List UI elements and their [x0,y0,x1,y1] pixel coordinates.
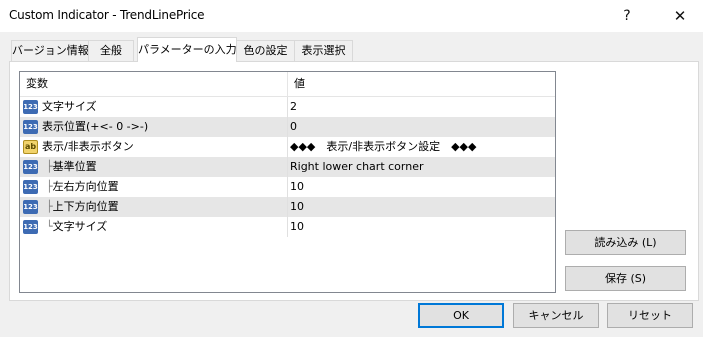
variable-cell: ab 表示/非表示ボタン [20,137,288,157]
tree-branch-glyph: └ [46,220,53,233]
tab-version-info[interactable]: バージョン情報 [11,40,89,61]
tab-display-selection[interactable]: 表示選択 [294,40,353,61]
numeric-icon: 123 [23,160,38,174]
column-header-variable[interactable]: 変数 [20,72,290,96]
variable-name-wrap: ├上下方向位置 [46,197,119,217]
column-header-value[interactable]: 値 [287,72,555,96]
parameter-row[interactable]: 123 └文字サイズ 10 [20,217,555,237]
help-button[interactable]: ? [604,0,650,32]
numeric-icon: 123 [23,120,38,134]
grid-header: 変数 値 [20,72,555,97]
reset-button[interactable]: リセット [607,303,693,328]
tab-input-parameters[interactable]: パラメーターの入力 [137,37,237,62]
title-bar: Custom Indicator - TrendLinePrice ? ✕ [0,0,703,32]
numeric-icon: 123 [23,180,38,194]
numeric-icon: 123 [23,100,38,114]
parameter-row[interactable]: ab 表示/非表示ボタン ◆◆◆ 表示/非表示ボタン設定 ◆◆◆ [20,137,555,157]
parameter-row[interactable]: 123 ├上下方向位置 10 [20,197,555,217]
variable-name: 上下方向位置 [52,200,119,213]
window-title: Custom Indicator - TrendLinePrice [9,8,205,22]
load-button[interactable]: 読み込み (L) [565,230,686,255]
variable-name: 表示位置(+<- 0 ->-) [42,120,149,133]
numeric-icon: 123 [23,220,38,234]
variable-cell: 123 ├左右方向位置 [20,177,288,197]
variable-cell: 123 文字サイズ [20,97,288,117]
variable-cell: 123 ├基準位置 [20,157,288,177]
tab-color-settings[interactable]: 色の設定 [236,40,295,61]
value-cell[interactable]: 10 [288,197,552,217]
cancel-button[interactable]: キャンセル [513,303,599,328]
value-cell[interactable]: Right lower chart corner [288,157,552,177]
value-cell[interactable]: 2 [288,97,552,117]
tab-strip: バージョン情報 全般 パラメーターの入力 色の設定 表示選択 [0,37,703,62]
variable-cell: 123 ├上下方向位置 [20,197,288,217]
parameter-row[interactable]: 123 表示位置(+<- 0 ->-) 0 [20,117,555,137]
variable-name: 文字サイズ [42,100,97,113]
variable-name: 文字サイズ [52,220,108,233]
close-button[interactable]: ✕ [657,0,703,32]
numeric-icon: 123 [23,200,38,214]
value-cell[interactable]: ◆◆◆ 表示/非表示ボタン設定 ◆◆◆ [288,137,552,157]
variable-name-wrap: ├左右方向位置 [46,177,119,197]
tree-branch-glyph: ├ [46,200,53,213]
string-icon: ab [23,140,38,154]
variable-name-wrap: └文字サイズ [46,217,107,237]
value-cell[interactable]: 0 [288,117,552,137]
value-cell[interactable]: 10 [288,177,552,197]
tree-branch-glyph: ├ [46,160,53,173]
variable-name-wrap: ├基準位置 [46,157,97,177]
variable-name: 表示/非表示ボタン [42,140,134,153]
tab-general[interactable]: 全般 [88,40,134,61]
tree-branch-glyph: ├ [46,180,53,193]
save-button[interactable]: 保存 (S) [565,266,686,291]
parameter-row[interactable]: 123 文字サイズ 2 [20,97,555,117]
variable-name: 基準位置 [52,160,97,173]
variable-name: 左右方向位置 [52,180,119,193]
parameter-row[interactable]: 123 ├左右方向位置 10 [20,177,555,197]
variable-cell: 123 └文字サイズ [20,217,288,237]
value-cell[interactable]: 10 [288,217,552,237]
parameters-grid[interactable]: 変数 値 123 文字サイズ 2 123 表示位置(+<- 0 ->-) 0 a… [19,71,556,293]
variable-cell: 123 表示位置(+<- 0 ->-) [20,117,288,137]
parameter-row[interactable]: 123 ├基準位置 Right lower chart corner [20,157,555,177]
ok-button[interactable]: OK [418,303,504,328]
